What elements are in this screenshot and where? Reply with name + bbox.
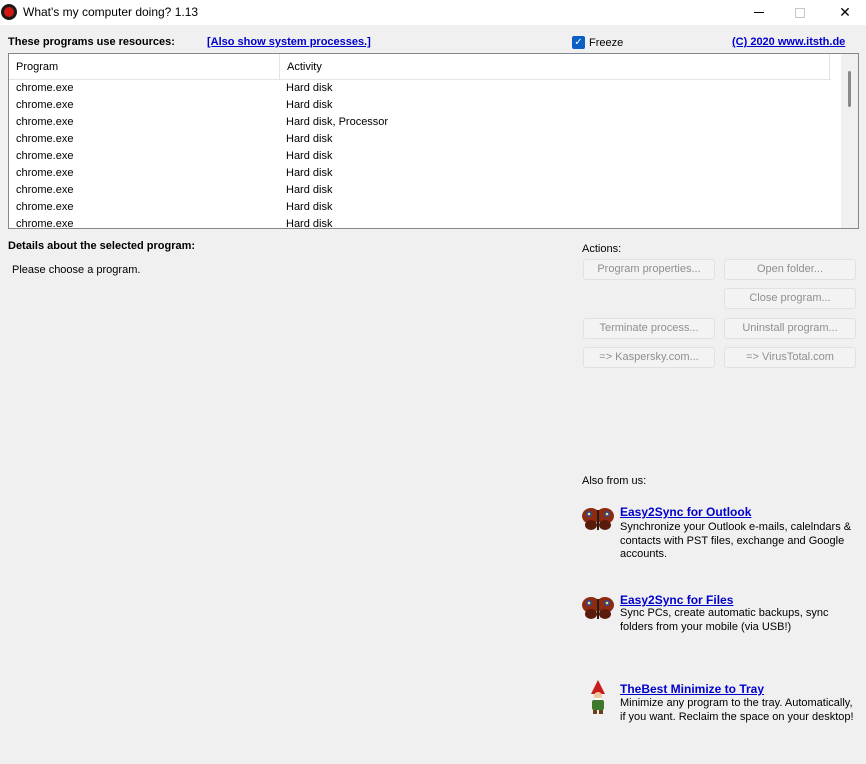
- list-header: Program Activity: [9, 54, 831, 80]
- list-rows: chrome.exe Hard disk chrome.exe Hard dis…: [9, 80, 831, 229]
- row-activity: Hard disk: [286, 184, 333, 196]
- title-bar: What's my computer doing? 1.13 ✕: [0, 0, 866, 25]
- minimize-icon: [754, 12, 764, 13]
- freeze-label: Freeze: [589, 36, 624, 49]
- row-activity: Hard disk: [286, 82, 333, 94]
- program-properties-button[interactable]: Program properties...: [583, 259, 715, 280]
- virustotal-button[interactable]: => VirusTotal.com: [724, 347, 856, 368]
- app-icon: [1, 4, 17, 20]
- close-button[interactable]: ✕: [822, 0, 866, 25]
- minimize-to-tray-desc: Minimize any program to the tray. Automa…: [620, 697, 854, 723]
- gnome-icon: [586, 680, 610, 714]
- scrollbar-thumb[interactable]: [848, 71, 851, 107]
- column-header-program[interactable]: Program: [9, 54, 280, 80]
- butterfly-icon: [582, 595, 614, 621]
- row-program: chrome.exe: [16, 99, 74, 111]
- maximize-button[interactable]: [777, 0, 823, 25]
- row-program: chrome.exe: [16, 184, 74, 196]
- row-program: chrome.exe: [16, 82, 74, 94]
- row-program: chrome.exe: [16, 167, 74, 179]
- freeze-checkbox[interactable]: ✓: [572, 36, 585, 49]
- list-row[interactable]: chrome.exe Hard disk: [9, 165, 831, 182]
- row-activity: Hard disk: [286, 167, 333, 179]
- column-header-activity[interactable]: Activity: [280, 54, 830, 80]
- programs-heading: These programs use resources:: [8, 36, 175, 48]
- list-row[interactable]: chrome.exe Hard disk: [9, 216, 831, 229]
- uninstall-program-button[interactable]: Uninstall program...: [724, 318, 856, 339]
- list-row[interactable]: chrome.exe Hard disk: [9, 80, 831, 97]
- actions-label: Actions:: [582, 243, 622, 255]
- kaspersky-button[interactable]: => Kaspersky.com...: [583, 347, 715, 368]
- easy2sync-files-desc: Sync PCs, create automatic backups, sync…: [620, 607, 829, 633]
- list-scrollbar[interactable]: [841, 54, 858, 228]
- window-title: What's my computer doing? 1.13: [23, 5, 199, 19]
- maximize-icon: [795, 7, 805, 18]
- program-list[interactable]: Program Activity chrome.exe Hard disk ch…: [8, 53, 859, 229]
- list-row[interactable]: chrome.exe Hard disk: [9, 131, 831, 148]
- close-program-button[interactable]: Close program...: [724, 288, 856, 309]
- row-activity: Hard disk: [286, 99, 333, 111]
- row-activity: Hard disk: [286, 218, 333, 229]
- row-activity: Hard disk: [286, 201, 333, 213]
- row-activity: Hard disk, Processor: [286, 116, 389, 128]
- row-program: chrome.exe: [16, 201, 74, 213]
- easy2sync-files-link[interactable]: Easy2Sync for Files: [620, 593, 733, 607]
- list-row[interactable]: chrome.exe Hard disk: [9, 97, 831, 114]
- freeze-toggle[interactable]: ✓ Freeze: [572, 36, 623, 49]
- row-program: chrome.exe: [16, 116, 74, 128]
- also-from-us-label: Also from us:: [582, 475, 647, 487]
- minimize-to-tray-link[interactable]: TheBest Minimize to Tray: [620, 682, 764, 696]
- list-row[interactable]: chrome.exe Hard disk, Processor: [9, 114, 831, 131]
- easy2sync-outlook-link[interactable]: Easy2Sync for Outlook: [620, 505, 751, 519]
- row-activity: Hard disk: [286, 150, 333, 162]
- details-heading: Details about the selected program:: [8, 240, 196, 252]
- terminate-process-button[interactable]: Terminate process...: [583, 318, 715, 339]
- list-row[interactable]: chrome.exe Hard disk: [9, 182, 831, 199]
- copyright-link[interactable]: (C) 2020 www.itsth.de: [732, 36, 845, 48]
- list-row[interactable]: chrome.exe Hard disk: [9, 199, 831, 216]
- butterfly-icon: [582, 506, 614, 532]
- row-program: chrome.exe: [16, 150, 74, 162]
- minimize-button[interactable]: [736, 0, 782, 25]
- row-program: chrome.exe: [16, 133, 74, 145]
- list-row[interactable]: chrome.exe Hard disk: [9, 148, 831, 165]
- details-placeholder: Please choose a program.: [12, 264, 141, 276]
- row-activity: Hard disk: [286, 133, 333, 145]
- easy2sync-outlook-desc: Synchronize your Outlook e-mails, caleln…: [620, 521, 852, 560]
- close-icon: ✕: [839, 4, 851, 20]
- open-folder-button[interactable]: Open folder...: [724, 259, 856, 280]
- row-program: chrome.exe: [16, 218, 74, 229]
- show-system-processes-link[interactable]: [Also show system processes.]: [207, 36, 371, 48]
